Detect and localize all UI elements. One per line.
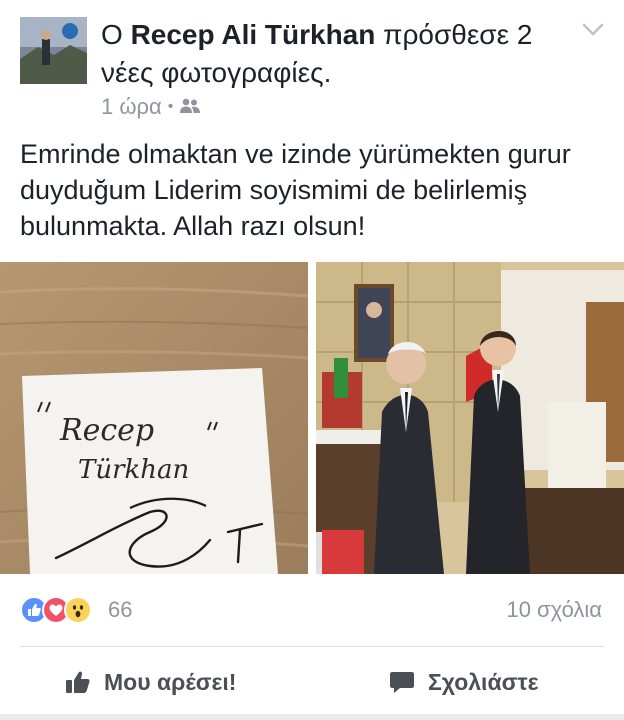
handwriting-recep: Recep [59,413,154,448]
post-meta: 1 ώρα • [101,94,201,120]
comment-label: Σχολιάστε [428,668,539,695]
reaction-count[interactable]: 66 [108,597,132,623]
handwriting-turkhan: Türkhan [78,455,189,485]
post-options-chevron-icon[interactable] [582,22,604,38]
meta-separator: • [167,98,174,115]
handwritten-note-photo[interactable]: Recep Türkhan [0,262,308,574]
post-headline: Ο Recep Ali Türkhan πρόσθεσε 2 νέες φωτο… [101,16,561,92]
like-button[interactable]: Μου αρέσει! [64,664,236,700]
headline-prefix: Ο [101,19,123,50]
photo-grid: Recep Türkhan [0,262,624,574]
post-header: Ο Recep Ali Türkhan πρόσθεσε 2 νέες φωτο… [0,0,624,130]
author-avatar[interactable] [20,17,87,84]
friends-icon [179,94,201,120]
like-label: Μου αρέσει! [104,668,237,695]
post-time[interactable]: 1 ώρα [101,94,162,120]
thumbs-up-icon [64,668,92,696]
wow-reaction-icon [64,596,92,624]
post-body-text: Emrinde olmaktan ve izinde yürümekten gu… [20,139,571,241]
reactions-bar: 66 10 σχόλια [0,580,624,640]
comment-bubble-icon [388,668,416,696]
comment-button[interactable]: Σχολιάστε [388,664,539,700]
comment-count[interactable]: 10 σχόλια [506,597,602,623]
feed-separator [0,714,624,720]
author-name[interactable]: Recep Ali Türkhan [131,19,376,50]
divider [20,646,604,647]
post-actions: Μου αρέσει! Σχολιάστε [0,650,624,714]
office-meeting-photo[interactable] [316,262,624,574]
